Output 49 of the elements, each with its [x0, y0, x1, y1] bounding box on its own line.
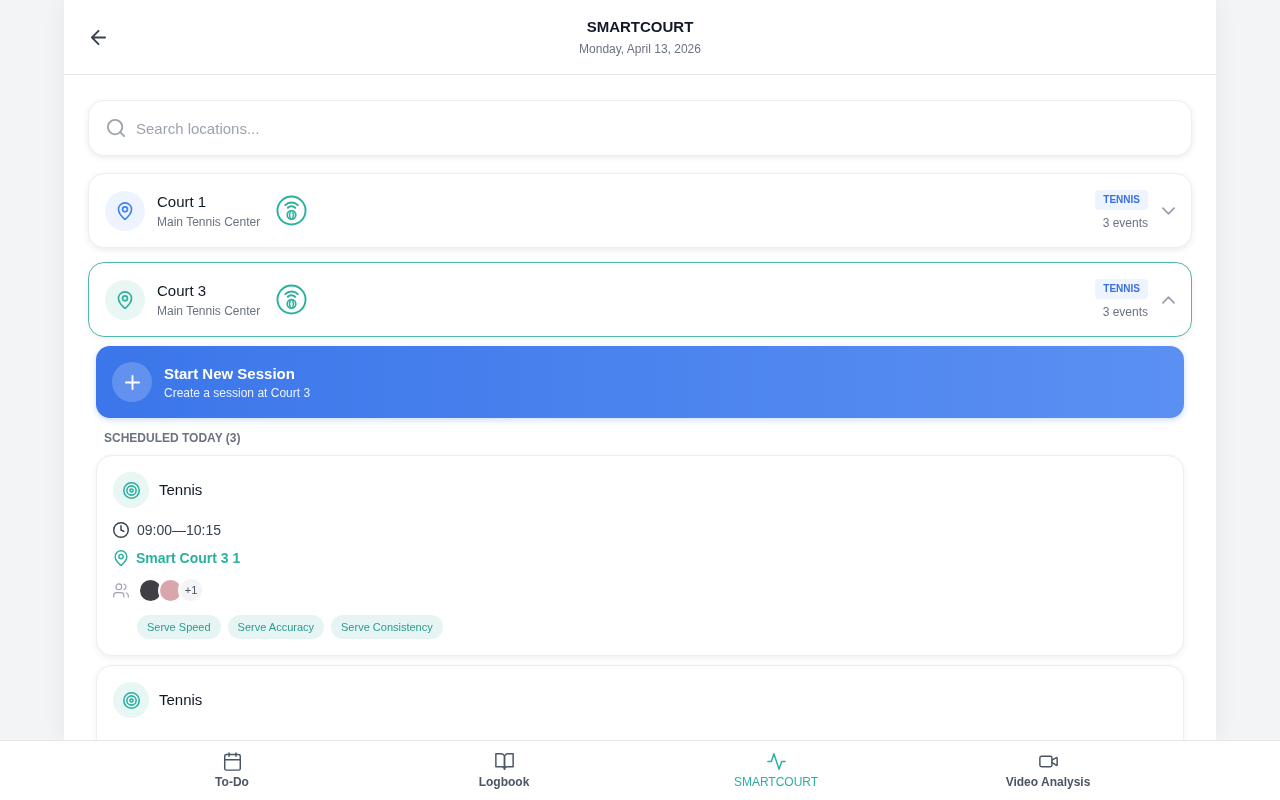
nav-tab[interactable]: Video Analysis: [912, 741, 1184, 800]
section-heading: SCHEDULED TODAY (3): [103, 430, 242, 446]
location-pin-icon: [105, 190, 145, 231]
start-session-button[interactable]: Start New Session Create a session at Court 3: [96, 346, 1184, 418]
smartcourt-ball-icon: [276, 195, 308, 226]
target-icon: [113, 472, 149, 508]
clock-icon: [113, 522, 129, 538]
location-venue: Main Tennis Center: [157, 213, 261, 230]
location-pin-icon: [105, 279, 145, 320]
book-icon: [494, 752, 514, 771]
back-button[interactable]: [88, 27, 108, 47]
calendar-icon: [222, 752, 242, 771]
sport-badge: TENNIS: [1095, 190, 1148, 210]
event-count: 3 events: [1102, 304, 1148, 320]
page-date: Monday, April 13, 2026: [579, 41, 701, 57]
session-button-title: Start New Session: [164, 363, 296, 384]
people-icon: [113, 582, 129, 598]
chevron-down-icon: [1162, 206, 1175, 215]
location-name: Court 1: [157, 191, 208, 212]
location-card[interactable]: Court 3 Main Tennis Center TENNIS 3 events: [88, 262, 1192, 337]
session-time: 09:00—10:15: [137, 521, 222, 540]
metric-tag: Serve Accuracy: [227, 615, 325, 639]
session-button-subtitle: Create a session at Court 3: [164, 384, 311, 401]
target-icon: [113, 682, 149, 718]
metric-tag: Serve Speed: [137, 615, 221, 639]
search-icon: [107, 119, 125, 137]
sport-badge: TENNIS: [1095, 279, 1148, 299]
chevron-up-icon: [1162, 295, 1175, 304]
page-title: SMARTCOURT: [586, 17, 694, 37]
metric-tag: Serve Consistency: [331, 615, 443, 639]
nav-tab[interactable]: Logbook: [368, 741, 640, 800]
nav-tab[interactable]: To-Do: [96, 741, 368, 800]
pulse-icon: [766, 752, 786, 771]
extra-participants-count: +1: [178, 577, 204, 603]
smartcourt-ball-icon: [276, 284, 308, 315]
session-sport: Tennis: [159, 480, 203, 500]
session-card[interactable]: Tennis: [96, 665, 1184, 740]
location-name: Court 3: [157, 280, 208, 301]
avatar-photo: [138, 577, 163, 603]
search-field[interactable]: Search locations...: [88, 100, 1192, 156]
session-court: Smart Court 3 1: [136, 549, 241, 568]
avatar-photo: [158, 577, 183, 603]
plus-icon: [112, 362, 152, 402]
session-sport: Tennis: [159, 690, 203, 710]
session-card[interactable]: Tennis 09:00—10:15 Smart Court 3 1 +1 Serve Speed Serve Accuracy Serve Consistency: [96, 455, 1184, 656]
location-pin-icon: [114, 550, 128, 566]
event-count: 3 events: [1102, 215, 1148, 231]
location-venue: Main Tennis Center: [157, 302, 261, 319]
location-card[interactable]: Court 1 Main Tennis Center TENNIS 3 events: [88, 173, 1192, 248]
